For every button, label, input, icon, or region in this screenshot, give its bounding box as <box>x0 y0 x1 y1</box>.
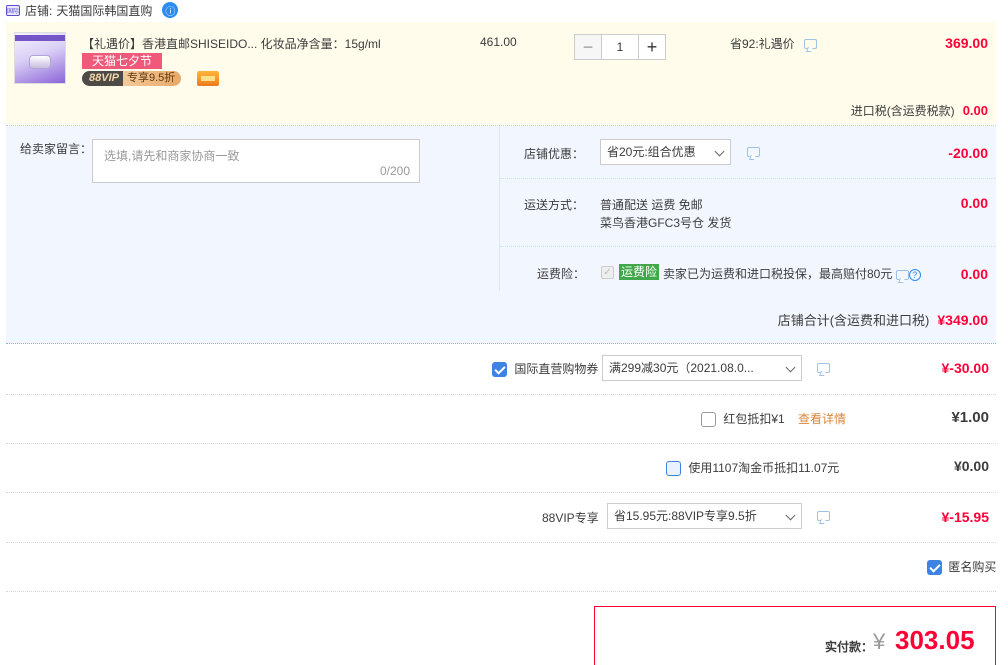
taojinbi-row: 使用1107淘金币抵扣11.07元 <box>666 459 840 477</box>
coupon-label: 国际直营购物券 <box>514 362 599 376</box>
wangwang-chat-icon[interactable]: ⓘ <box>162 2 179 18</box>
taojinbi-label: 使用1107淘金币抵扣11.07元 <box>688 461 840 475</box>
comment-icon[interactable] <box>817 511 830 521</box>
item-total: 369.00 <box>945 35 988 51</box>
unit-price: 461.00 <box>480 35 517 49</box>
vip-badge-right: 专享9.5折 <box>122 71 182 86</box>
vip88-label: 88VIP专享 <box>542 511 599 525</box>
shipping-value: 0.00 <box>960 195 988 211</box>
insurance-description: 卖家已为运费和进口税投保，最高赔付80元 <box>663 267 893 281</box>
shop-options-panel: 给卖家留言： 选填,请先和商家协商一致 0/200 店铺优惠： 省20元:组合优… <box>6 126 996 344</box>
vip88-select-value: 省15.95元:88VIP专享9.5折 <box>614 509 757 523</box>
anonymous-row: 匿名购买 <box>927 558 997 576</box>
store-discount-label: 店铺优惠： <box>524 147 585 161</box>
anonymous-label: 匿名购买 <box>948 560 997 574</box>
vip88-value: ¥-15.95 <box>941 509 989 525</box>
import-tax-value: 0.00 <box>962 103 988 118</box>
shipping-method: 普通配送 运费 免邮 <box>600 198 703 212</box>
shipping-warehouse: 菜鸟香港GFC3号仓 发货 <box>600 216 732 230</box>
qty-decrease-button[interactable]: − <box>574 34 602 60</box>
row-divider <box>6 591 996 592</box>
redpacket-checkbox[interactable] <box>701 412 716 428</box>
shop-label: 店铺: <box>25 3 53 18</box>
insurance-value: 0.00 <box>960 266 988 282</box>
vip-discount-badge: 88VIP 专享9.5折 <box>82 71 182 86</box>
payment-summary: 实付款： ¥ 303.05 <box>594 606 996 665</box>
credit-card-icon <box>197 71 219 86</box>
product-title-link[interactable]: 【礼遇价】香港直邮SHISEIDO... 化妆品净含量：15g/ml <box>82 35 381 52</box>
row-divider <box>6 542 996 543</box>
taojinbi-value: ¥0.00 <box>953 458 989 474</box>
payment-currency: ¥ <box>873 629 886 654</box>
shop-icon: 国际 <box>6 4 20 16</box>
qty-input[interactable]: 1 <box>602 34 638 60</box>
comment-icon[interactable] <box>804 39 817 49</box>
vip88-select[interactable]: 省15.95元:88VIP专享9.5折 <box>607 503 802 529</box>
insurance-tag: 运费险 <box>619 264 660 280</box>
qixi-festival-tag: 天猫七夕节 <box>82 53 163 69</box>
coupon-checkbox[interactable] <box>492 362 507 378</box>
row-divider <box>6 394 996 395</box>
jar-icon <box>29 55 51 69</box>
shop-name-link[interactable]: 天猫国际韩国直购 <box>56 2 152 19</box>
comment-icon[interactable] <box>895 269 909 280</box>
insurance-label: 运费险： <box>537 267 586 281</box>
import-tax-label: 进口税(含运费税款) <box>850 104 955 118</box>
coupon-select-value: 满299减30元（2021.08.0... <box>609 361 754 375</box>
seller-message-label: 给卖家留言： <box>20 142 93 156</box>
order-item: 【礼遇价】香港直邮SHISEIDO... 化妆品净含量：15g/ml 天猫七夕节… <box>6 22 996 126</box>
row-divider <box>6 492 996 493</box>
vip-badge-left: 88VIP <box>82 71 123 86</box>
shop-total-value: ¥349.00 <box>937 312 988 328</box>
taojinbi-checkbox[interactable] <box>666 461 681 477</box>
chevron-down-icon <box>785 362 796 373</box>
coupon-checkbox-row: 国际直营购物券 <box>492 360 599 378</box>
insurance-text: 卖家已为运费和进口税投保，最高赔付80元 ? <box>663 265 921 282</box>
chevron-down-icon <box>785 510 796 521</box>
coupon-select[interactable]: 满299减30元（2021.08.0... <box>602 355 802 381</box>
store-discount-value: -20.00 <box>948 145 988 161</box>
column-divider <box>499 126 500 291</box>
import-tax-row: 进口税(含运费税款) 0.00 <box>851 102 988 119</box>
row-divider <box>500 178 996 179</box>
product-thumbnail[interactable] <box>14 32 66 84</box>
shipping-label: 运送方式： <box>524 198 585 212</box>
thumbnail-band <box>15 35 65 41</box>
quantity-stepper: − 1 + <box>574 34 666 60</box>
redpacket-details-link[interactable]: 查看详情 <box>798 412 846 426</box>
store-discount-select[interactable]: 省20元:组合优惠 <box>600 139 731 165</box>
store-discount-select-value: 省20元:组合优惠 <box>607 145 696 159</box>
seller-message-placeholder: 选填,请先和商家协商一致 <box>104 149 240 163</box>
payment-label: 实付款： <box>825 640 874 654</box>
savings-text: 省92:礼遇价 <box>730 37 795 51</box>
seller-message-input[interactable]: 选填,请先和商家协商一致 0/200 <box>92 139 420 183</box>
anonymous-checkbox[interactable] <box>927 560 942 576</box>
row-divider <box>500 246 996 247</box>
shop-total-row: 店铺合计(含运费和进口税) ¥349.00 <box>778 310 988 329</box>
redpacket-row: 红包抵扣¥1 查看详情 <box>701 410 846 428</box>
help-icon[interactable]: ? <box>908 268 921 281</box>
chevron-down-icon <box>714 146 725 157</box>
redpacket-label: 红包抵扣¥1 <box>723 412 785 426</box>
shop-header: 国际 店铺: 天猫国际韩国直购 ⓘ <box>0 0 1008 20</box>
shop-total-label: 店铺合计(含运费和进口税) <box>777 313 930 328</box>
coupon-value: ¥-30.00 <box>941 360 989 376</box>
qty-increase-button[interactable]: + <box>638 34 666 60</box>
payment-amount: 303.05 <box>895 625 975 655</box>
redpacket-value: ¥1.00 <box>951 409 989 426</box>
seller-message-count: 0/200 <box>379 164 410 178</box>
row-divider <box>6 443 996 444</box>
comment-icon[interactable] <box>747 147 760 157</box>
comment-icon[interactable] <box>817 363 830 373</box>
insurance-checkbox[interactable]: ✓ <box>601 266 614 279</box>
